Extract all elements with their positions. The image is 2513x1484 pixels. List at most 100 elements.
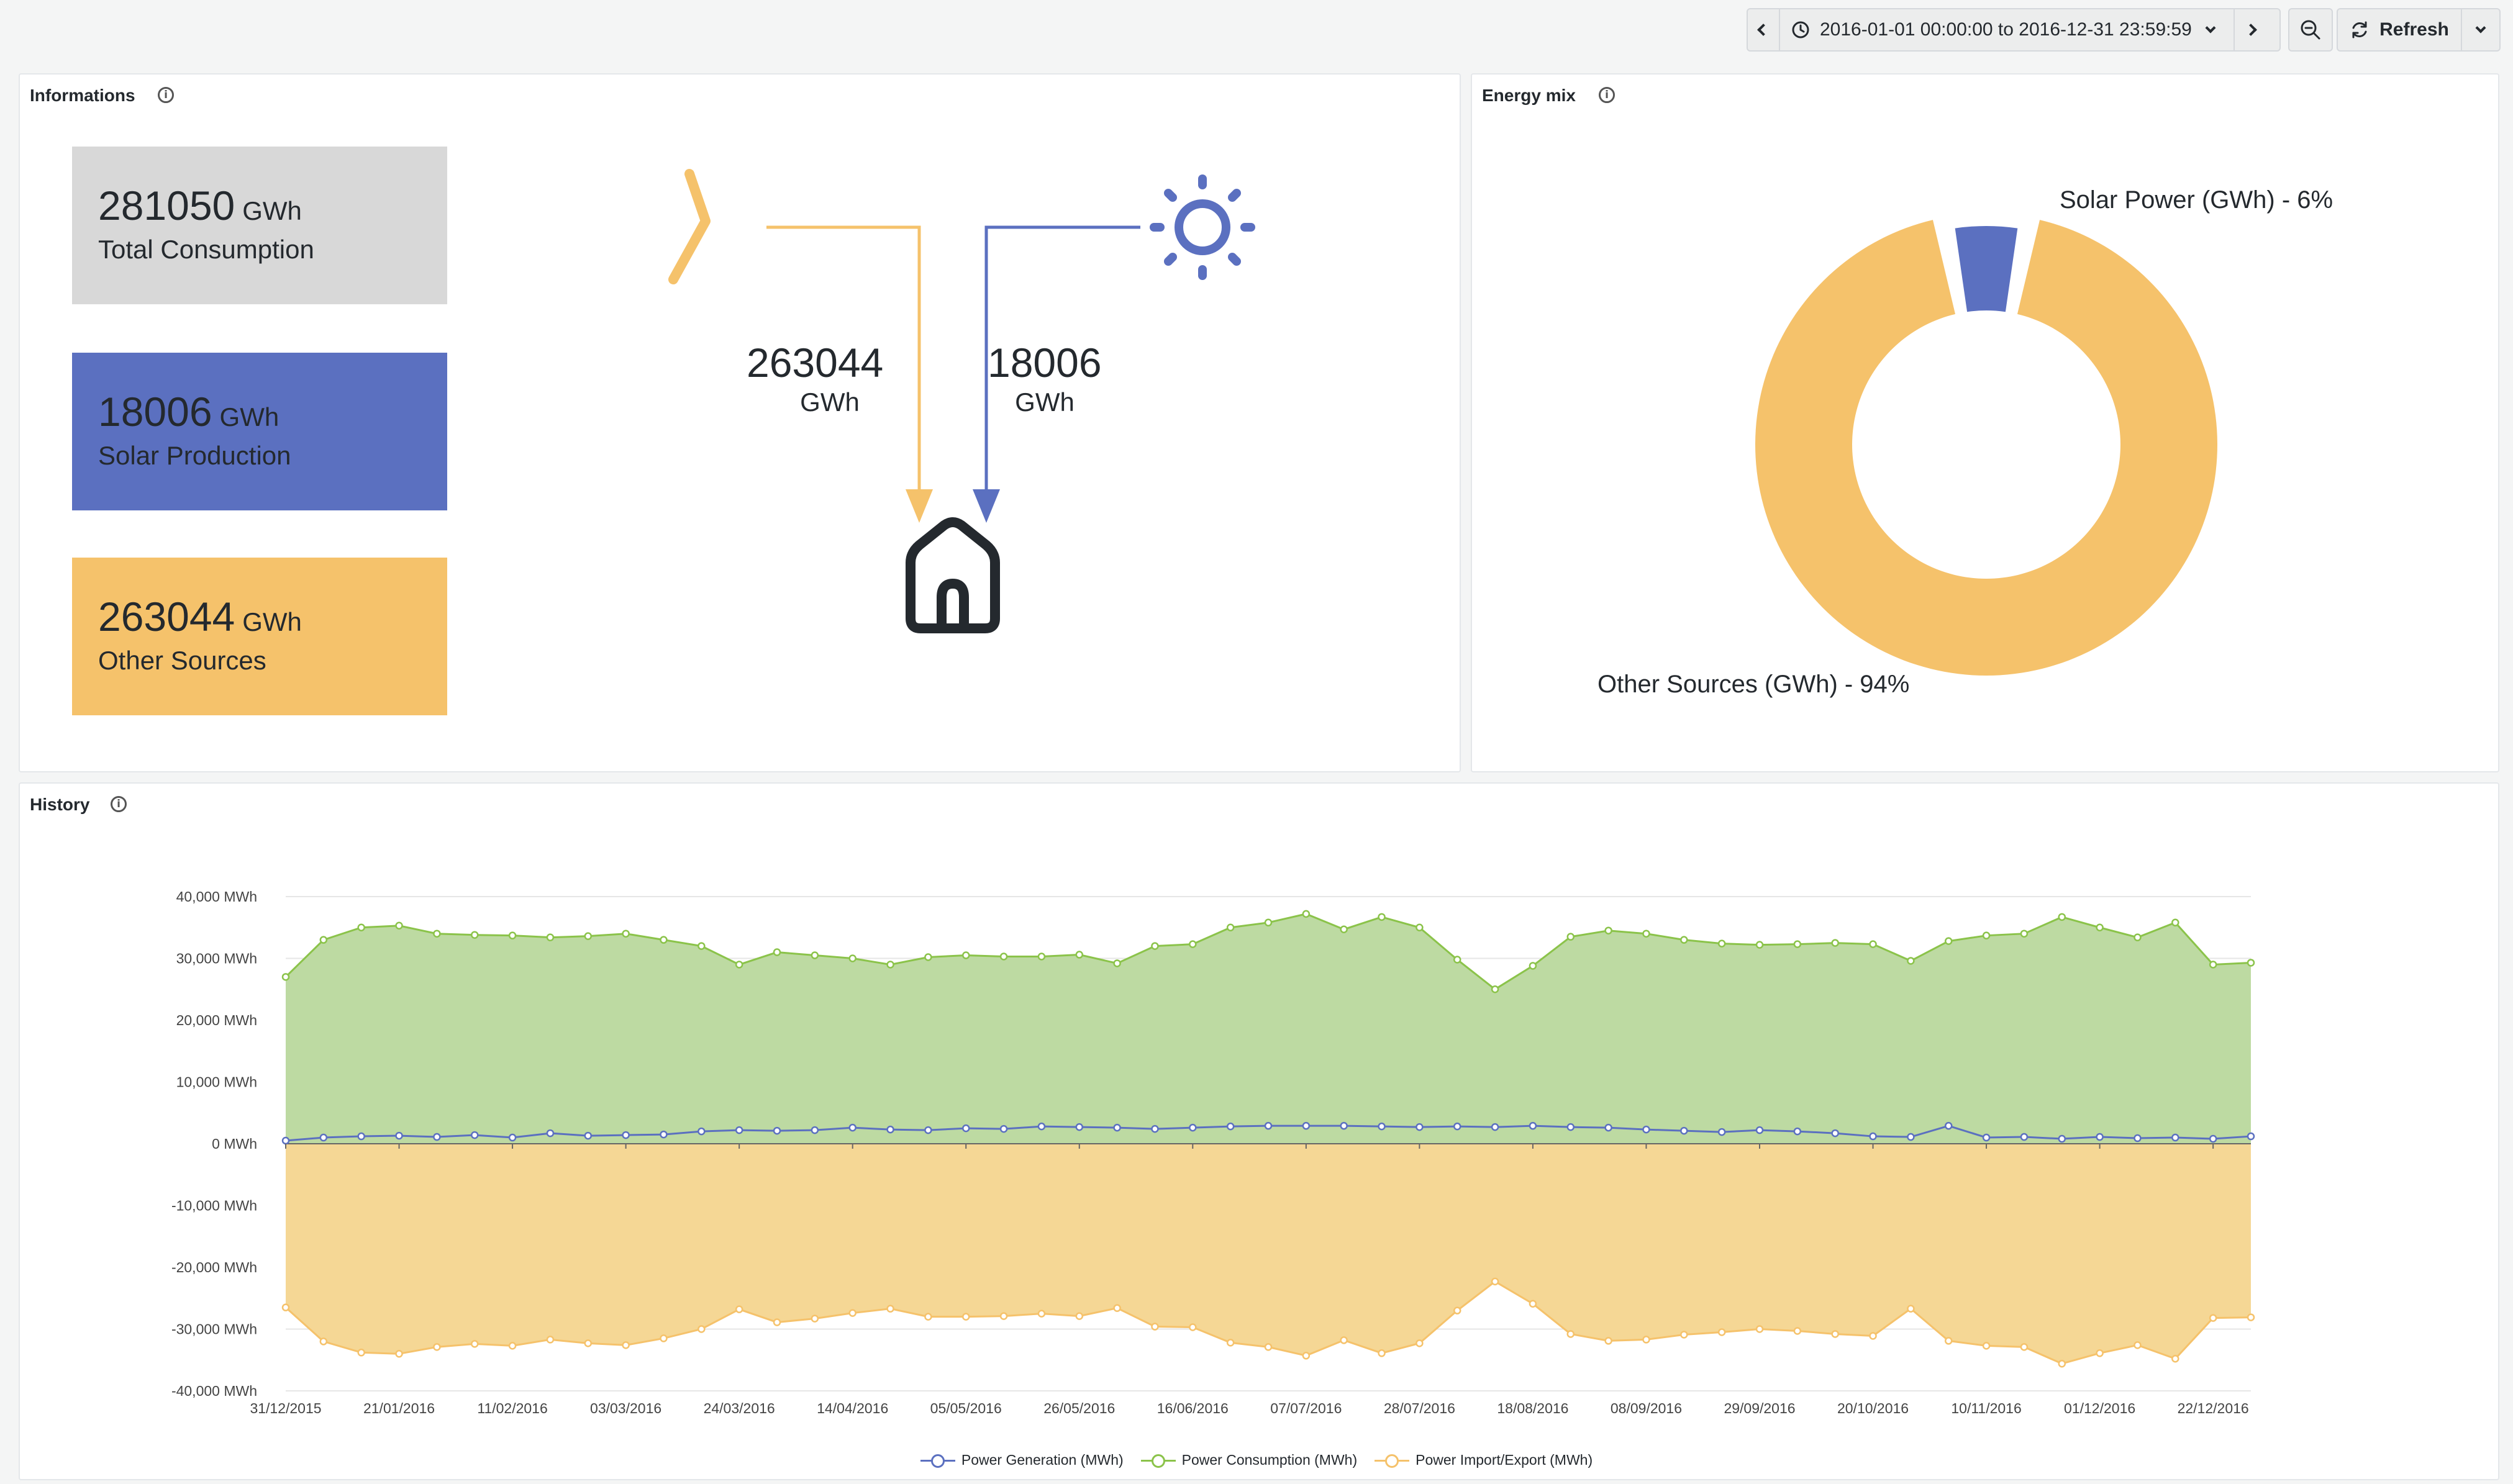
data-point[interactable] <box>1604 1337 1612 1345</box>
data-point[interactable] <box>622 930 630 938</box>
data-point[interactable] <box>622 1341 630 1349</box>
data-point[interactable] <box>924 1126 932 1134</box>
data-point[interactable] <box>1302 1352 1311 1360</box>
data-point[interactable] <box>660 1130 668 1139</box>
data-point[interactable] <box>1075 951 1084 959</box>
data-point[interactable] <box>698 1325 706 1333</box>
data-point[interactable] <box>1642 930 1650 938</box>
data-point[interactable] <box>735 1126 743 1134</box>
data-point[interactable] <box>546 1129 555 1138</box>
data-point[interactable] <box>886 961 894 969</box>
data-point[interactable] <box>848 954 857 962</box>
data-point[interactable] <box>1604 1123 1612 1132</box>
data-point[interactable] <box>1869 1132 1877 1141</box>
data-point[interactable] <box>1151 1323 1159 1331</box>
data-point[interactable] <box>2247 959 2255 967</box>
data-point[interactable] <box>2020 1343 2029 1351</box>
data-point[interactable] <box>2247 1313 2255 1321</box>
data-point[interactable] <box>319 1337 328 1346</box>
data-point[interactable] <box>1566 933 1575 941</box>
data-point[interactable] <box>2020 1133 2029 1141</box>
data-point[interactable] <box>1264 1121 1273 1130</box>
data-point[interactable] <box>470 1340 479 1348</box>
data-point[interactable] <box>698 1127 706 1136</box>
data-point[interactable] <box>773 948 781 956</box>
data-point[interactable] <box>584 1131 593 1140</box>
data-point[interactable] <box>848 1123 857 1132</box>
data-point[interactable] <box>1680 936 1688 944</box>
data-point[interactable] <box>1529 1300 1537 1308</box>
data-point[interactable] <box>848 1309 857 1317</box>
data-point[interactable] <box>1113 959 1121 967</box>
data-point[interactable] <box>1340 925 1348 933</box>
data-point[interactable] <box>1037 952 1046 961</box>
data-point[interactable] <box>1793 940 1802 948</box>
data-point[interactable] <box>1831 1330 1839 1338</box>
data-point[interactable] <box>1604 926 1612 934</box>
data-point[interactable] <box>1680 1126 1688 1135</box>
data-point[interactable] <box>1302 910 1311 918</box>
data-point[interactable] <box>811 1126 819 1134</box>
data-point[interactable] <box>1529 1121 1537 1130</box>
data-point[interactable] <box>357 1132 365 1141</box>
data-point[interactable] <box>1907 1305 1915 1313</box>
data-point[interactable] <box>584 932 593 940</box>
data-point[interactable] <box>999 952 1008 961</box>
data-point[interactable] <box>660 1334 668 1342</box>
data-point[interactable] <box>999 1312 1008 1320</box>
data-point[interactable] <box>924 953 932 961</box>
data-point[interactable] <box>1831 1129 1839 1138</box>
legend-item[interactable]: Power Import/Export (MWh) <box>1375 1452 1593 1468</box>
data-point[interactable] <box>2171 1355 2179 1363</box>
data-point[interactable] <box>735 1305 743 1313</box>
data-point[interactable] <box>1869 940 1877 948</box>
data-point[interactable] <box>1075 1123 1084 1131</box>
data-point[interactable] <box>1793 1327 1802 1335</box>
data-point[interactable] <box>1944 937 1953 945</box>
data-point[interactable] <box>1982 931 1991 939</box>
data-point[interactable] <box>735 961 743 969</box>
data-point[interactable] <box>773 1126 781 1135</box>
data-point[interactable] <box>961 951 970 959</box>
data-point[interactable] <box>319 936 328 944</box>
data-point[interactable] <box>1340 1336 1348 1344</box>
data-point[interactable] <box>395 1131 403 1140</box>
data-point[interactable] <box>2209 1134 2217 1143</box>
data-point[interactable] <box>1453 956 1461 964</box>
data-point[interactable] <box>2096 923 2104 931</box>
data-point[interactable] <box>433 1343 441 1351</box>
data-point[interactable] <box>433 930 441 938</box>
data-point[interactable] <box>1680 1331 1688 1339</box>
data-point[interactable] <box>1226 1339 1235 1347</box>
data-point[interactable] <box>1378 913 1386 921</box>
data-point[interactable] <box>508 1133 517 1142</box>
data-point[interactable] <box>1491 985 1499 993</box>
data-point[interactable] <box>433 1133 441 1141</box>
data-point[interactable] <box>1717 1128 1726 1136</box>
data-point[interactable] <box>546 933 555 941</box>
data-point[interactable] <box>1944 1337 1953 1345</box>
data-point[interactable] <box>2209 961 2217 969</box>
data-point[interactable] <box>1226 1122 1235 1131</box>
data-point[interactable] <box>2058 1134 2066 1143</box>
data-point[interactable] <box>1642 1336 1650 1344</box>
data-point[interactable] <box>1113 1304 1121 1312</box>
data-point[interactable] <box>1075 1312 1084 1320</box>
data-point[interactable] <box>1566 1123 1575 1131</box>
data-point[interactable] <box>1491 1123 1499 1131</box>
data-point[interactable] <box>1453 1122 1461 1131</box>
data-point[interactable] <box>999 1124 1008 1133</box>
data-point[interactable] <box>1302 1121 1311 1130</box>
data-point[interactable] <box>1037 1310 1046 1318</box>
data-point[interactable] <box>961 1124 970 1133</box>
data-point[interactable] <box>1378 1349 1386 1357</box>
data-point[interactable] <box>2020 930 2029 938</box>
data-point[interactable] <box>1755 941 1764 949</box>
data-point[interactable] <box>395 921 403 930</box>
data-point[interactable] <box>1189 940 1197 948</box>
data-point[interactable] <box>1264 1343 1273 1351</box>
data-point[interactable] <box>2134 1341 2142 1349</box>
data-point[interactable] <box>508 1342 517 1350</box>
data-point[interactable] <box>281 973 290 981</box>
data-point[interactable] <box>1151 942 1159 950</box>
